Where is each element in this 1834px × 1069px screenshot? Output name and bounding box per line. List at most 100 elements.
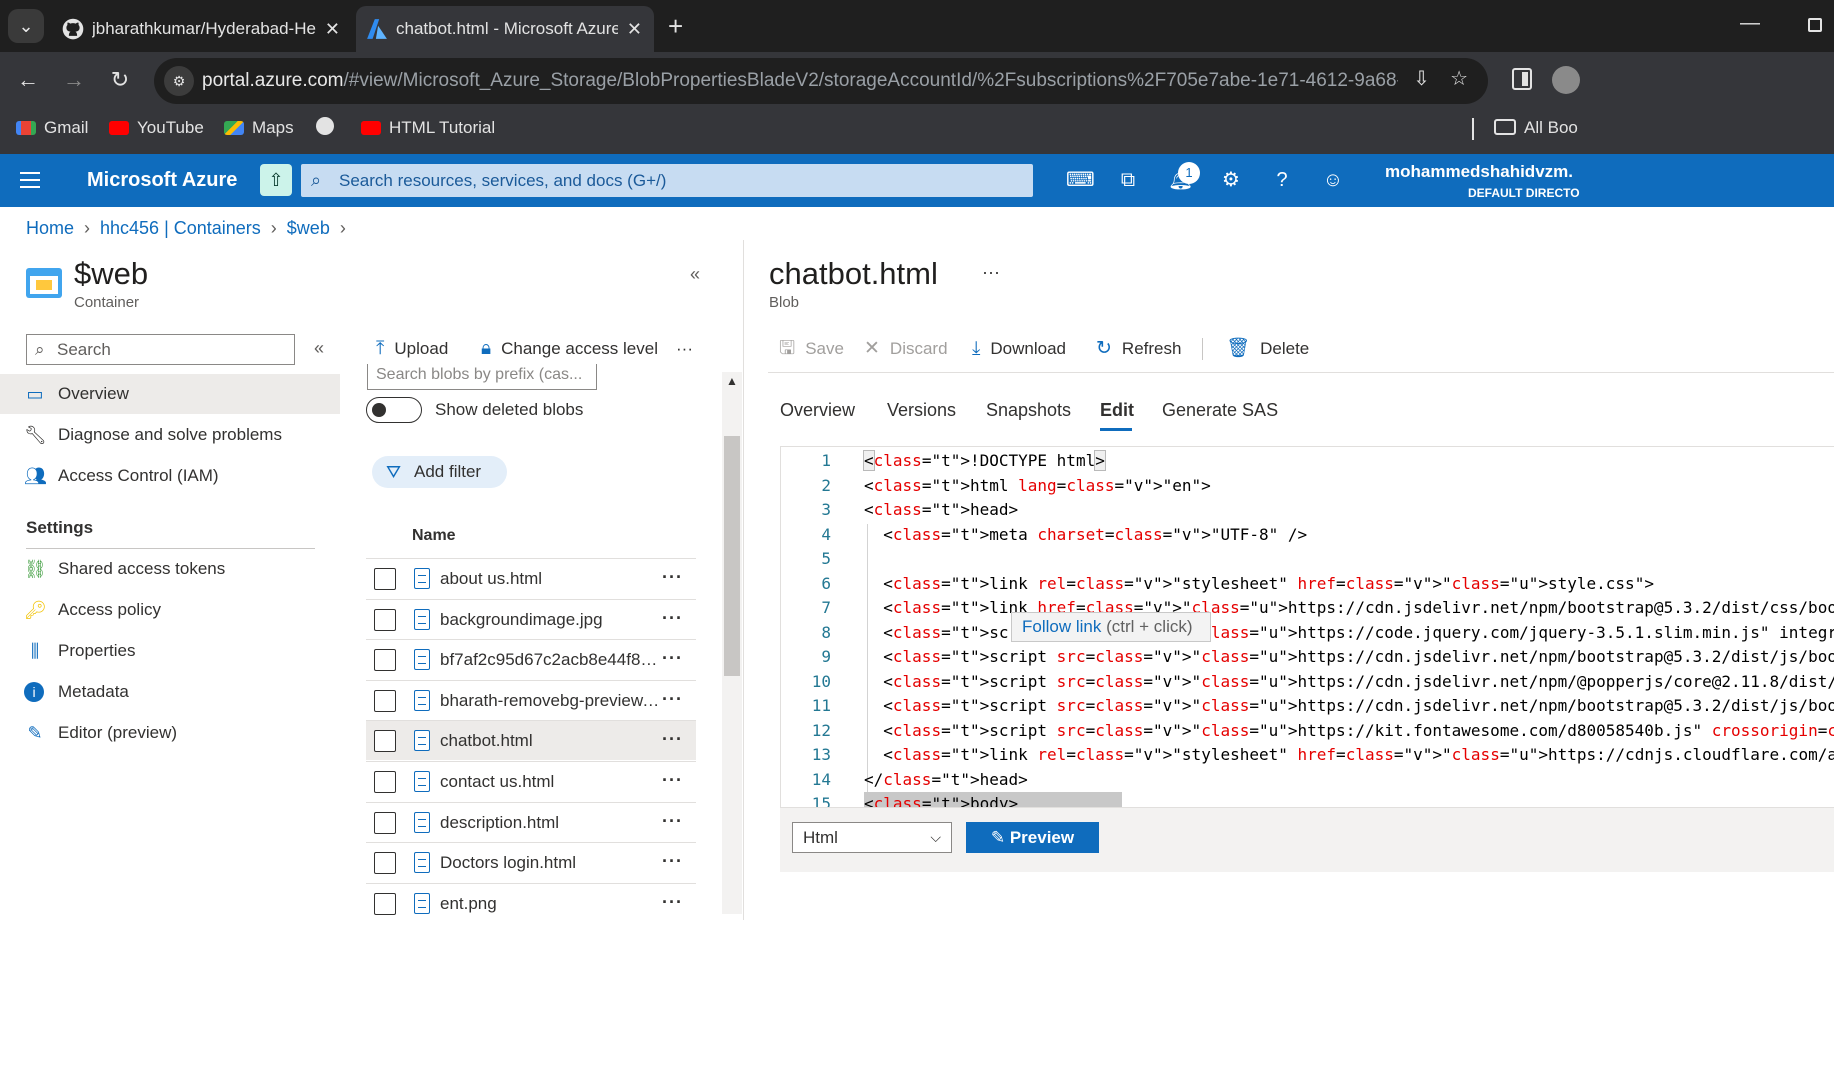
breadcrumb-web[interactable]: $web <box>287 218 330 238</box>
delete-button[interactable]: 🗑︎ Delete <box>1226 336 1309 362</box>
collapse-menu-icon[interactable]: « <box>314 338 324 359</box>
language-select[interactable]: Html ⌵ <box>792 822 952 853</box>
row-checkbox[interactable] <box>374 649 396 672</box>
settings-gear-icon[interactable]: ⚙ <box>1219 168 1243 192</box>
row-more-button[interactable]: ··· <box>662 884 683 920</box>
menu-item-editor[interactable]: ✎ Editor (preview) <box>0 713 340 753</box>
menu-item-iam[interactable]: 👥︎ Access Control (IAM) <box>0 456 340 496</box>
row-checkbox[interactable] <box>374 852 396 875</box>
refresh-button[interactable]: ↻ Refresh <box>1096 336 1181 362</box>
feedback-icon[interactable]: ☺ <box>1321 168 1345 192</box>
blob-name[interactable]: backgroundimage.jpg <box>440 600 660 640</box>
code-editor[interactable]: 1 <class="t">!DOCTYPE html> 2 <class="t">ht… <box>780 446 1834 808</box>
menu-item-metadata[interactable]: i Metadata <box>0 672 340 712</box>
restore-window-icon[interactable] <box>1808 18 1822 32</box>
code-line[interactable]: <class="t">head> <box>864 500 1018 519</box>
close-tab-icon[interactable]: ✕ <box>325 6 340 52</box>
bookmark-maps[interactable]: Maps <box>224 108 294 148</box>
minimize-icon[interactable]: — <box>1740 12 1760 35</box>
tab-overview[interactable]: Overview <box>780 398 855 422</box>
tab-versions[interactable]: Versions <box>887 398 956 422</box>
breadcrumb-home[interactable]: Home <box>26 218 74 238</box>
bookmark-html-tutorial[interactable]: HTML Tutorial <box>361 108 495 148</box>
menu-search-input[interactable]: ⌕ Search <box>26 334 295 365</box>
code-line[interactable]: <class="t">link href=class="v">"class="u… <box>864 598 1834 617</box>
code-line[interactable]: <class="t">script src=class="v">"class="… <box>864 672 1834 691</box>
blob-name[interactable]: description.html <box>440 803 660 843</box>
account-name[interactable]: mohammedshahidvzm. <box>1385 162 1573 182</box>
blob-list-scrollbar[interactable]: ▲ <box>722 372 742 914</box>
preview-button[interactable]: ✎ Preview <box>966 822 1099 853</box>
code-line[interactable]: <class="t">link rel=class="v">"styleshee… <box>864 574 1654 593</box>
save-button[interactable]: 🖫︎ Save <box>779 336 844 362</box>
blob-name[interactable]: Doctors login.html <box>440 843 660 883</box>
url-text[interactable]: portal.azure.com/#view/Microsoft_Azure_S… <box>202 58 1398 104</box>
blob-row[interactable]: bharath-removebg-preview.... ··· <box>366 679 696 721</box>
blob-row[interactable]: Doctors login.html ··· <box>366 842 696 882</box>
cloud-shell-icon[interactable]: ⌨ <box>1066 168 1095 192</box>
row-checkbox[interactable] <box>374 568 396 590</box>
show-deleted-toggle[interactable] <box>366 397 422 423</box>
forward-arrow-icon[interactable]: → <box>56 62 92 98</box>
bookmark-gmail[interactable]: Gmail <box>16 108 88 148</box>
scroll-up-icon[interactable]: ▲ <box>726 374 738 388</box>
upgrade-icon[interactable]: ⇧ <box>260 164 292 196</box>
row-more-button[interactable]: ··· <box>662 600 683 636</box>
code-line[interactable]: <class="t">script src=class="v">"class="… <box>864 647 1834 666</box>
blob-row[interactable]: chatbot.html ··· <box>366 720 696 761</box>
hamburger-menu-icon[interactable] <box>20 172 40 188</box>
code-line[interactable]: <class="t">body> <box>864 794 1018 807</box>
row-checkbox[interactable] <box>374 892 396 915</box>
row-checkbox[interactable] <box>374 608 396 631</box>
code-line[interactable]: <class="t">script src=class="v">"class="… <box>864 721 1834 740</box>
add-filter-button[interactable]: ⛛ Add filter <box>372 456 507 488</box>
download-button[interactable]: ⤓ Download <box>972 336 1066 362</box>
blob-row[interactable]: description.html ··· <box>366 801 696 843</box>
close-tab-icon[interactable]: ✕ <box>627 6 642 52</box>
discard-button[interactable]: ✕ Discard <box>864 336 948 362</box>
blob-name[interactable]: ent.png <box>440 884 660 924</box>
blob-name[interactable]: contact us.html <box>440 762 660 802</box>
account-directory[interactable]: DEFAULT DIRECTO <box>1468 186 1580 200</box>
row-more-button[interactable]: ··· <box>662 640 683 676</box>
scrollbar-thumb[interactable] <box>724 436 740 676</box>
collapse-panel-icon[interactable]: « <box>690 264 700 285</box>
code-line[interactable]: <class="t">script src=class="v">"class="… <box>864 623 1834 642</box>
address-bar[interactable]: ⚙ portal.azure.com/#view/Microsoft_Azure… <box>154 58 1488 104</box>
blob-more-button[interactable]: ··· <box>982 262 1000 283</box>
browser-tab-azure[interactable]: chatbot.html - Microsoft Azure ✕ <box>356 6 654 52</box>
code-line[interactable]: <class="t">link rel=class="v">"styleshee… <box>864 745 1834 764</box>
side-panel-icon[interactable] <box>1512 68 1532 90</box>
row-more-button[interactable]: ··· <box>662 681 683 717</box>
row-more-button[interactable]: ··· <box>662 559 683 595</box>
help-icon[interactable]: ? <box>1270 168 1294 192</box>
tab-generate-sas[interactable]: Generate SAS <box>1162 398 1278 422</box>
menu-item-access-policy[interactable]: 🔑︎ Access policy <box>0 590 340 630</box>
directory-filter-icon[interactable]: ⧉ <box>1116 168 1140 192</box>
reload-icon[interactable]: ↻ <box>102 62 138 98</box>
blob-row[interactable]: about us.html ··· <box>366 558 696 598</box>
blob-row[interactable]: ent.png ··· <box>366 882 696 924</box>
menu-item-diagnose[interactable]: 🔧︎ Diagnose and solve problems <box>0 415 340 455</box>
row-more-button[interactable]: ··· <box>662 721 683 757</box>
blob-name[interactable]: chatbot.html <box>440 721 660 761</box>
tab-snapshots[interactable]: Snapshots <box>986 398 1071 422</box>
tooltip-link[interactable]: Follow link <box>1022 617 1101 636</box>
global-search-input[interactable]: ⌕ Search resources, services, and docs (G… <box>301 164 1033 197</box>
blob-prefix-search-input[interactable]: Search blobs by prefix (cas... <box>367 364 597 390</box>
install-app-icon[interactable]: ⇩ <box>1413 66 1430 91</box>
menu-item-properties[interactable]: ⫼ Properties <box>0 631 340 671</box>
upload-button[interactable]: ⤒ Upload <box>376 336 448 362</box>
row-more-button[interactable]: ··· <box>662 762 683 798</box>
row-checkbox[interactable] <box>374 730 396 753</box>
code-line[interactable]: <class="t">!DOCTYPE html> <box>863 450 1106 471</box>
back-arrow-icon[interactable]: ← <box>10 62 46 98</box>
row-checkbox[interactable] <box>374 689 396 712</box>
blob-name[interactable]: bharath-removebg-preview.... <box>440 681 660 721</box>
breadcrumb-containers[interactable]: hhc456 | Containers <box>100 218 261 238</box>
azure-brand[interactable]: Microsoft Azure <box>87 154 237 207</box>
code-line[interactable]: </class="t">head> <box>864 770 1028 789</box>
bookmark-youtube[interactable]: YouTube <box>109 108 204 148</box>
row-checkbox[interactable] <box>374 771 396 793</box>
new-tab-button[interactable]: + <box>668 12 683 40</box>
